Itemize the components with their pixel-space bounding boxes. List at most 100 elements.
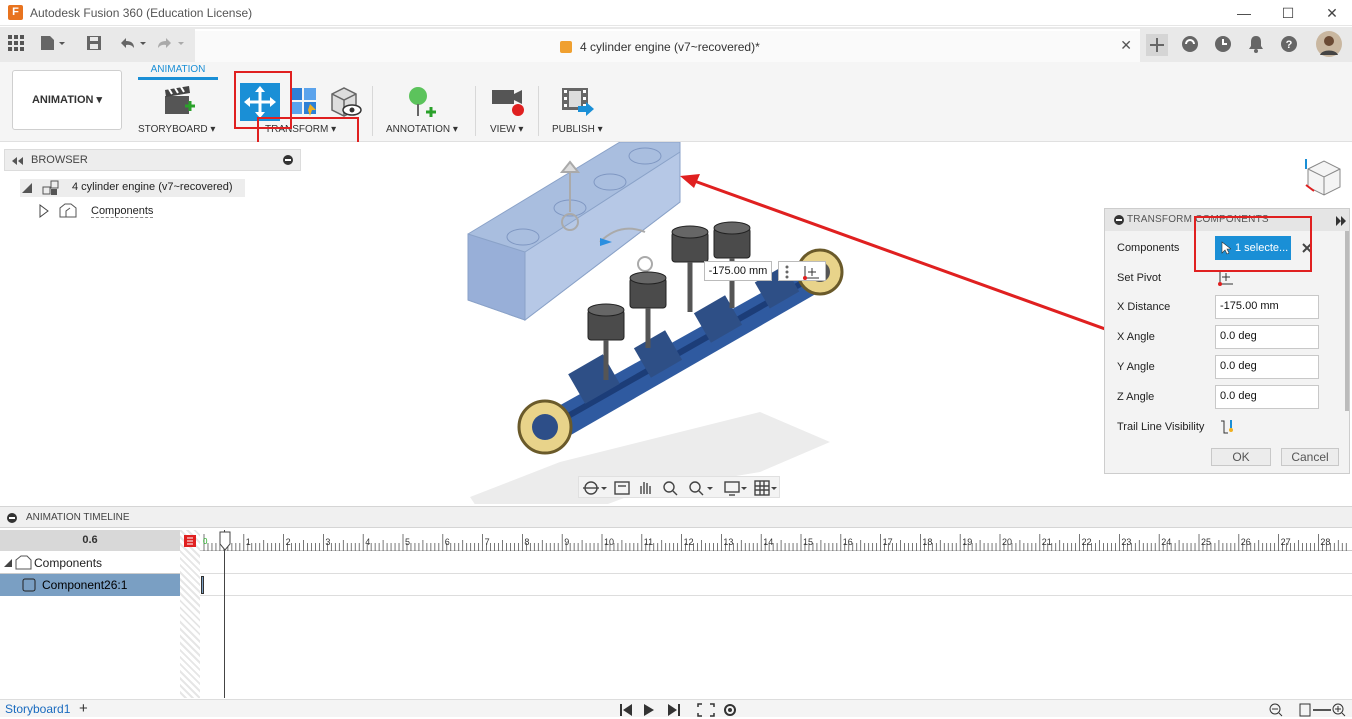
expand-dialog-icon[interactable] bbox=[1335, 215, 1347, 227]
ok-button[interactable]: OK bbox=[1211, 448, 1271, 466]
expand-triangle-icon[interactable] bbox=[20, 181, 34, 195]
zoom-controls bbox=[1269, 703, 1346, 717]
timeline-row-component26[interactable]: Component26:1 bbox=[0, 574, 180, 596]
save-icon[interactable] bbox=[86, 35, 102, 55]
close-tab-button[interactable]: ✕ bbox=[1120, 37, 1132, 54]
expand-triangle-icon[interactable] bbox=[3, 558, 13, 568]
browser-components-node[interactable]: Components bbox=[38, 202, 160, 220]
view-cube[interactable] bbox=[1300, 155, 1344, 199]
file-menu-icon[interactable] bbox=[40, 35, 66, 55]
skip-to-end-icon[interactable] bbox=[668, 704, 680, 716]
x-angle-input[interactable]: 0.0 deg bbox=[1215, 325, 1319, 349]
record-view-icon[interactable] bbox=[490, 86, 526, 121]
publish-menu[interactable]: PUBLISH ▾ bbox=[552, 124, 603, 135]
collapse-panel-icon[interactable] bbox=[10, 154, 24, 168]
components-folder-icon bbox=[15, 555, 32, 570]
notifications-bell-icon[interactable] bbox=[1246, 34, 1266, 56]
x-distance-input[interactable]: -175.00 mm bbox=[1215, 295, 1319, 319]
timeline-track-area[interactable] bbox=[200, 552, 1352, 698]
browser-root-node[interactable]: 4 cylinder engine (v7~recovered) bbox=[20, 179, 245, 197]
user-avatar[interactable] bbox=[1316, 31, 1342, 57]
minimize-button[interactable]: — bbox=[1232, 3, 1256, 23]
z-angle-input[interactable]: 0.0 deg bbox=[1215, 385, 1319, 409]
ruler-label: 23 bbox=[1121, 537, 1131, 547]
timeline-title: ANIMATION TIMELINE bbox=[26, 512, 130, 523]
redo-icon[interactable] bbox=[156, 35, 186, 55]
ruler-label: 20 bbox=[1002, 537, 1012, 547]
storyboard-tab[interactable]: Storyboard1 bbox=[5, 702, 70, 716]
help-icon[interactable]: ? bbox=[1279, 34, 1299, 56]
fullscreen-icon[interactable] bbox=[697, 703, 715, 717]
add-annotation-icon[interactable] bbox=[404, 84, 440, 123]
distance-tag[interactable]: -175.00 mm bbox=[704, 261, 772, 281]
pin-panel-icon[interactable] bbox=[282, 154, 294, 166]
pivot-handle-icon[interactable] bbox=[778, 261, 826, 281]
timeline-ruler[interactable]: 1 2 3 4 5 6 7 8 9 10 11 12 13 14 15 16 17 18 19 20 21 22 23 24 2… bbox=[200, 530, 1352, 551]
new-storyboard-icon[interactable] bbox=[163, 86, 197, 121]
grid-settings-icon[interactable] bbox=[754, 480, 770, 496]
ruler-label: 16 bbox=[843, 537, 853, 547]
y-angle-input[interactable]: 0.0 deg bbox=[1215, 355, 1319, 379]
zoom-icon[interactable] bbox=[663, 481, 678, 496]
ruler-label: 0 bbox=[203, 537, 208, 546]
component-icon bbox=[22, 578, 36, 592]
job-status-icon[interactable] bbox=[1213, 34, 1233, 56]
fit-icon[interactable] bbox=[689, 481, 704, 496]
ruler-label: 24 bbox=[1161, 537, 1171, 547]
zoom-out-icon[interactable] bbox=[1269, 703, 1283, 717]
ruler-label: 9 bbox=[564, 537, 569, 547]
playhead-handle[interactable] bbox=[218, 530, 232, 552]
workspace-switcher[interactable]: ANIMATION ▾ bbox=[12, 70, 122, 130]
zoom-in-icon[interactable] bbox=[1332, 703, 1346, 717]
browser-panel-header[interactable]: BROWSER bbox=[4, 149, 301, 171]
trail-line-label: Trail Line Visibility bbox=[1117, 421, 1205, 433]
show-hide-icon[interactable] bbox=[328, 84, 362, 121]
document-title: 4 cylinder engine (v7~recovered)* bbox=[580, 40, 760, 54]
ruler-label: 1 bbox=[246, 537, 251, 547]
browser-root-label: 4 cylinder engine (v7~recovered) bbox=[72, 181, 233, 193]
view-menu[interactable]: VIEW ▾ bbox=[490, 124, 523, 135]
frame-icon[interactable] bbox=[1299, 703, 1311, 717]
x-distance-label: X Distance bbox=[1117, 301, 1171, 313]
expand-arrow-icon[interactable] bbox=[38, 204, 50, 218]
ruler-label: 8 bbox=[524, 537, 529, 547]
ruler-label: 13 bbox=[723, 537, 733, 547]
ruler-label: 17 bbox=[883, 537, 893, 547]
ruler-label: 22 bbox=[1082, 537, 1092, 547]
app-grid-icon[interactable] bbox=[8, 35, 24, 55]
storyboard-menu[interactable]: STORYBOARD ▾ bbox=[138, 124, 215, 135]
publish-video-icon[interactable] bbox=[560, 86, 596, 121]
add-storyboard-button[interactable]: + bbox=[79, 700, 88, 717]
components-folder-icon bbox=[59, 203, 77, 218]
collapse-timeline-icon[interactable] bbox=[6, 512, 18, 524]
document-tab[interactable]: 4 cylinder engine (v7~recovered)* ✕ bbox=[195, 29, 1140, 62]
tab-animation[interactable]: ANIMATION bbox=[138, 64, 218, 80]
close-window-button[interactable]: ✕ bbox=[1320, 3, 1344, 23]
ruler-label: 19 bbox=[962, 537, 972, 547]
delete-action-icon[interactable] bbox=[183, 534, 197, 548]
play-icon[interactable] bbox=[644, 704, 654, 716]
restore-home-icon[interactable] bbox=[288, 86, 320, 121]
undo-icon[interactable] bbox=[118, 35, 148, 55]
playback-controls bbox=[620, 703, 736, 717]
display-settings-icon[interactable] bbox=[724, 481, 740, 496]
timeline-header[interactable]: ANIMATION TIMELINE bbox=[0, 506, 1352, 528]
action-keyframe[interactable] bbox=[201, 576, 204, 594]
svg-text:?: ? bbox=[1286, 39, 1293, 51]
new-tab-button[interactable] bbox=[1146, 34, 1168, 56]
timeline-zoom-value[interactable]: 0.6 bbox=[0, 530, 180, 551]
settings-gear-icon[interactable] bbox=[724, 704, 736, 716]
extensions-icon[interactable] bbox=[1180, 34, 1200, 56]
collapse-dialog-icon[interactable] bbox=[1113, 214, 1125, 226]
pan-hand-icon[interactable] bbox=[640, 482, 651, 494]
orbit-icon[interactable] bbox=[583, 481, 599, 495]
maximize-button[interactable]: ☐ bbox=[1276, 3, 1300, 23]
toolbar-divider bbox=[538, 86, 539, 136]
dialog-scrollbar[interactable] bbox=[1345, 231, 1349, 411]
skip-to-start-icon[interactable] bbox=[620, 704, 632, 716]
annotation-menu[interactable]: ANNOTATION ▾ bbox=[386, 124, 458, 135]
timeline-row-components[interactable]: Components bbox=[0, 552, 180, 574]
look-at-icon[interactable] bbox=[614, 481, 630, 495]
cancel-button[interactable]: Cancel bbox=[1281, 448, 1339, 466]
trail-line-toggle-icon[interactable] bbox=[1219, 418, 1237, 436]
